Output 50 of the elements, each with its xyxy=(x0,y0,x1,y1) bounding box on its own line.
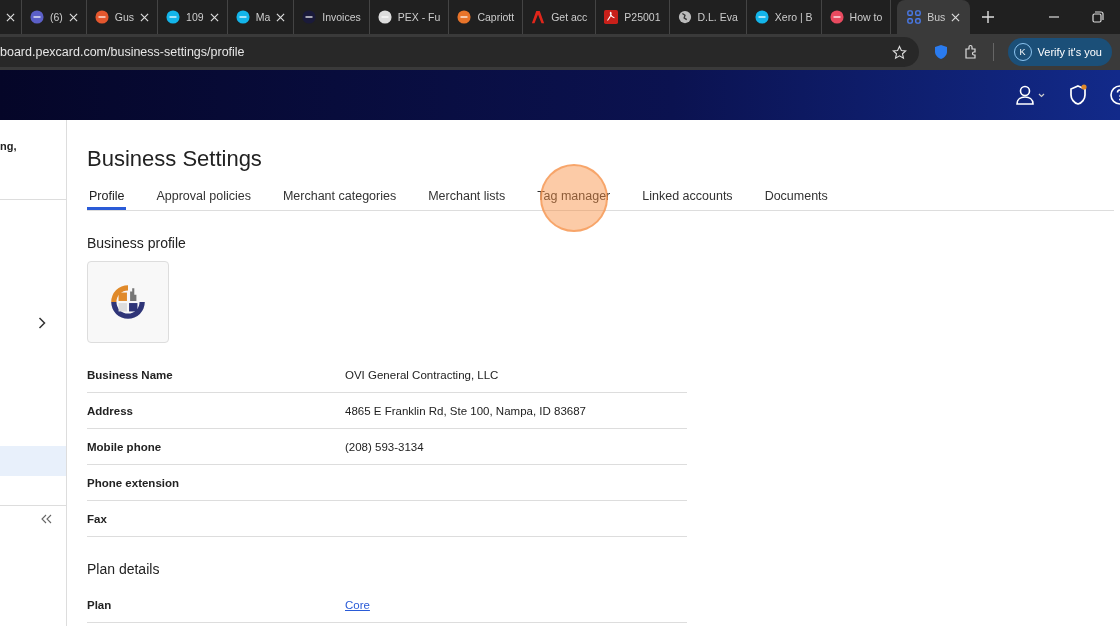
field-label: Plan xyxy=(87,598,113,611)
close-icon[interactable] xyxy=(68,12,78,22)
field-value: 4865 E Franklin Rd, Ste 100, Nampa, ID 83687 xyxy=(345,404,586,417)
star-icon[interactable] xyxy=(891,44,907,60)
close-icon[interactable] xyxy=(209,12,219,22)
field-label: Fax xyxy=(87,512,108,525)
settings-tab[interactable]: Approval policies xyxy=(154,189,253,210)
settings-tab[interactable]: Merchant lists xyxy=(426,189,508,210)
close-icon[interactable] xyxy=(6,12,15,22)
site-icon xyxy=(457,10,472,24)
collapse-icon[interactable] xyxy=(40,514,52,524)
globe-icon xyxy=(677,10,692,24)
shield-icon[interactable] xyxy=(1068,84,1088,106)
site-icon xyxy=(754,10,769,24)
plan-link[interactable]: Core xyxy=(345,598,370,611)
profile-button[interactable]: K Verify it's you xyxy=(1007,38,1112,66)
grid-icon xyxy=(907,10,922,24)
field-label: Mobile phone xyxy=(87,440,163,453)
site-icon xyxy=(94,10,109,24)
field-label: Address xyxy=(87,404,135,417)
settings-tab[interactable]: Merchant categories xyxy=(280,189,399,210)
settings-tab[interactable]: Documents xyxy=(762,189,830,210)
page-title: Business Settings xyxy=(87,146,263,172)
section-heading: Business profile xyxy=(87,235,187,251)
site-icon xyxy=(30,10,44,24)
site-icon xyxy=(302,10,317,24)
browser-tab[interactable]: Bus xyxy=(897,0,971,34)
account-name: ng, xyxy=(0,140,17,152)
site-icon xyxy=(377,10,392,24)
site-icon xyxy=(166,10,181,24)
field-label: Phone extension xyxy=(87,476,181,489)
field-label: Business Name xyxy=(87,368,174,381)
site-icon xyxy=(235,10,250,24)
close-icon[interactable] xyxy=(951,12,961,22)
site-icon xyxy=(829,10,844,24)
close-icon[interactable] xyxy=(140,12,150,22)
chevron-right-icon[interactable] xyxy=(38,317,46,329)
puzzle-icon[interactable] xyxy=(962,44,979,60)
settings-tab[interactable]: Profile xyxy=(87,189,127,210)
address-bar[interactable]: board.pexcard.com/business-settings/profile xyxy=(0,37,919,67)
restore-icon[interactable] xyxy=(1092,11,1104,23)
section-heading: Plan details xyxy=(87,561,161,577)
close-icon[interactable] xyxy=(276,12,286,22)
field-value: (208) 593-3134 xyxy=(345,440,424,453)
user-icon[interactable] xyxy=(1016,85,1046,105)
settings-tab[interactable]: Linked accounts xyxy=(640,189,735,210)
triangle-icon xyxy=(531,10,546,24)
document-icon xyxy=(604,10,619,24)
new-tab-icon[interactable] xyxy=(982,11,995,23)
field-value: OVI General Contracting, LLC xyxy=(345,368,499,381)
